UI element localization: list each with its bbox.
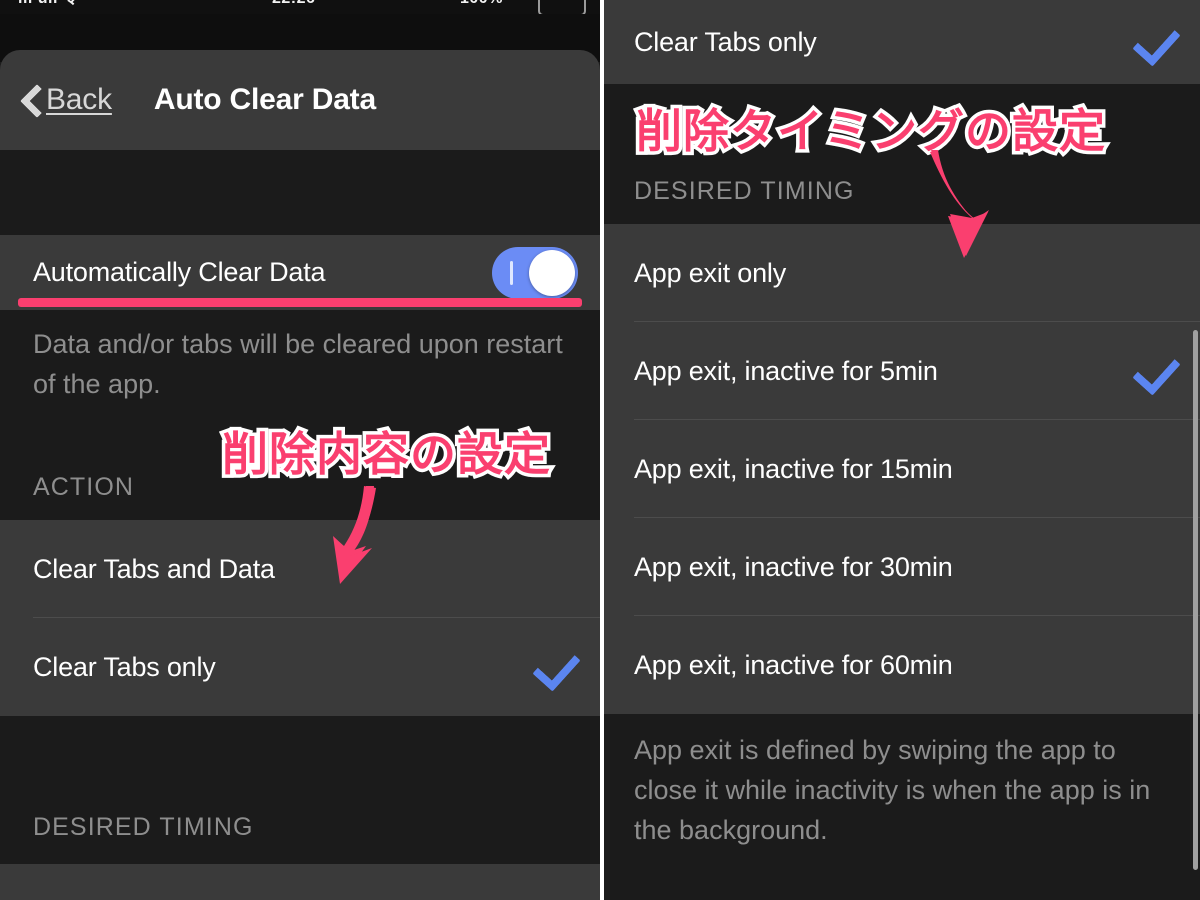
checkmark-icon [1132,348,1178,394]
option-label: App exit, inactive for 15min [634,453,953,484]
action-annotation-text: 削除内容の設定 [219,424,554,485]
option-label: Clear Tabs and Data [33,553,275,584]
timing-footnote: App exit is defined by swiping the app t… [604,714,1200,900]
back-button-label: Back [46,83,112,116]
status-bar: ill ull 令 22:26 100% [0,0,600,14]
option-label: Clear Tabs only [634,26,817,57]
option-row-clear-tabs-only[interactable]: Clear Tabs only [0,618,600,716]
vertical-scrollbar[interactable] [1193,330,1198,870]
option-row-clear-tabs-and-data[interactable]: Clear Tabs and Data [0,520,600,618]
section-header-desired-timing: DESIRED TIMING [0,716,600,864]
option-row-app-exit-30min[interactable]: App exit, inactive for 30min [604,518,1200,616]
automatically-clear-data-toggle[interactable] [492,246,578,299]
left-gap-1 [0,150,600,235]
option-row-app-exit-60min[interactable]: App exit, inactive for 60min [604,616,1200,714]
status-time: 22:26 [272,0,315,7]
status-battery-percent: 100% [460,0,503,7]
battery-icon [538,0,586,14]
option-label: App exit, inactive for 60min [634,649,953,680]
timing-annotation-arrow-icon [930,150,989,258]
option-label: Clear Tabs only [33,651,216,682]
option-row-partial[interactable] [0,864,600,900]
toggle-footnote: Data and/or tabs will be cleared upon re… [0,312,600,420]
page-title: Auto Clear Data [153,83,376,116]
option-row-app-exit-15min[interactable]: App exit, inactive for 15min [604,420,1200,518]
option-row-clear-tabs-only-top[interactable]: Clear Tabs only [604,0,1200,84]
checkmark-icon [1132,19,1178,65]
checkmark-icon [532,644,578,690]
toggle-row-underline-annotation [18,298,582,307]
option-label: App exit, inactive for 30min [634,551,953,582]
automatically-clear-data-label: Automatically Clear Data [33,257,326,287]
option-label: App exit only [634,257,786,288]
navigation-bar: Back Auto Clear Data [0,50,600,150]
option-row-app-exit-5min[interactable]: App exit, inactive for 5min [604,322,1200,420]
option-label: App exit, inactive for 5min [634,355,938,386]
status-carrier: ill ull 令 [18,0,79,7]
chevron-left-icon [16,87,42,113]
toggle-on-bar-icon [510,260,513,285]
action-annotation-arrow-icon [333,486,376,584]
screenshot-stage: ill ull 令 22:26 100% Back Auto Clear Dat… [0,0,1200,900]
toggle-knob [529,249,575,296]
timing-annotation-text: 削除タイミングの設定 [633,101,1109,162]
back-button[interactable]: Back [16,83,112,117]
